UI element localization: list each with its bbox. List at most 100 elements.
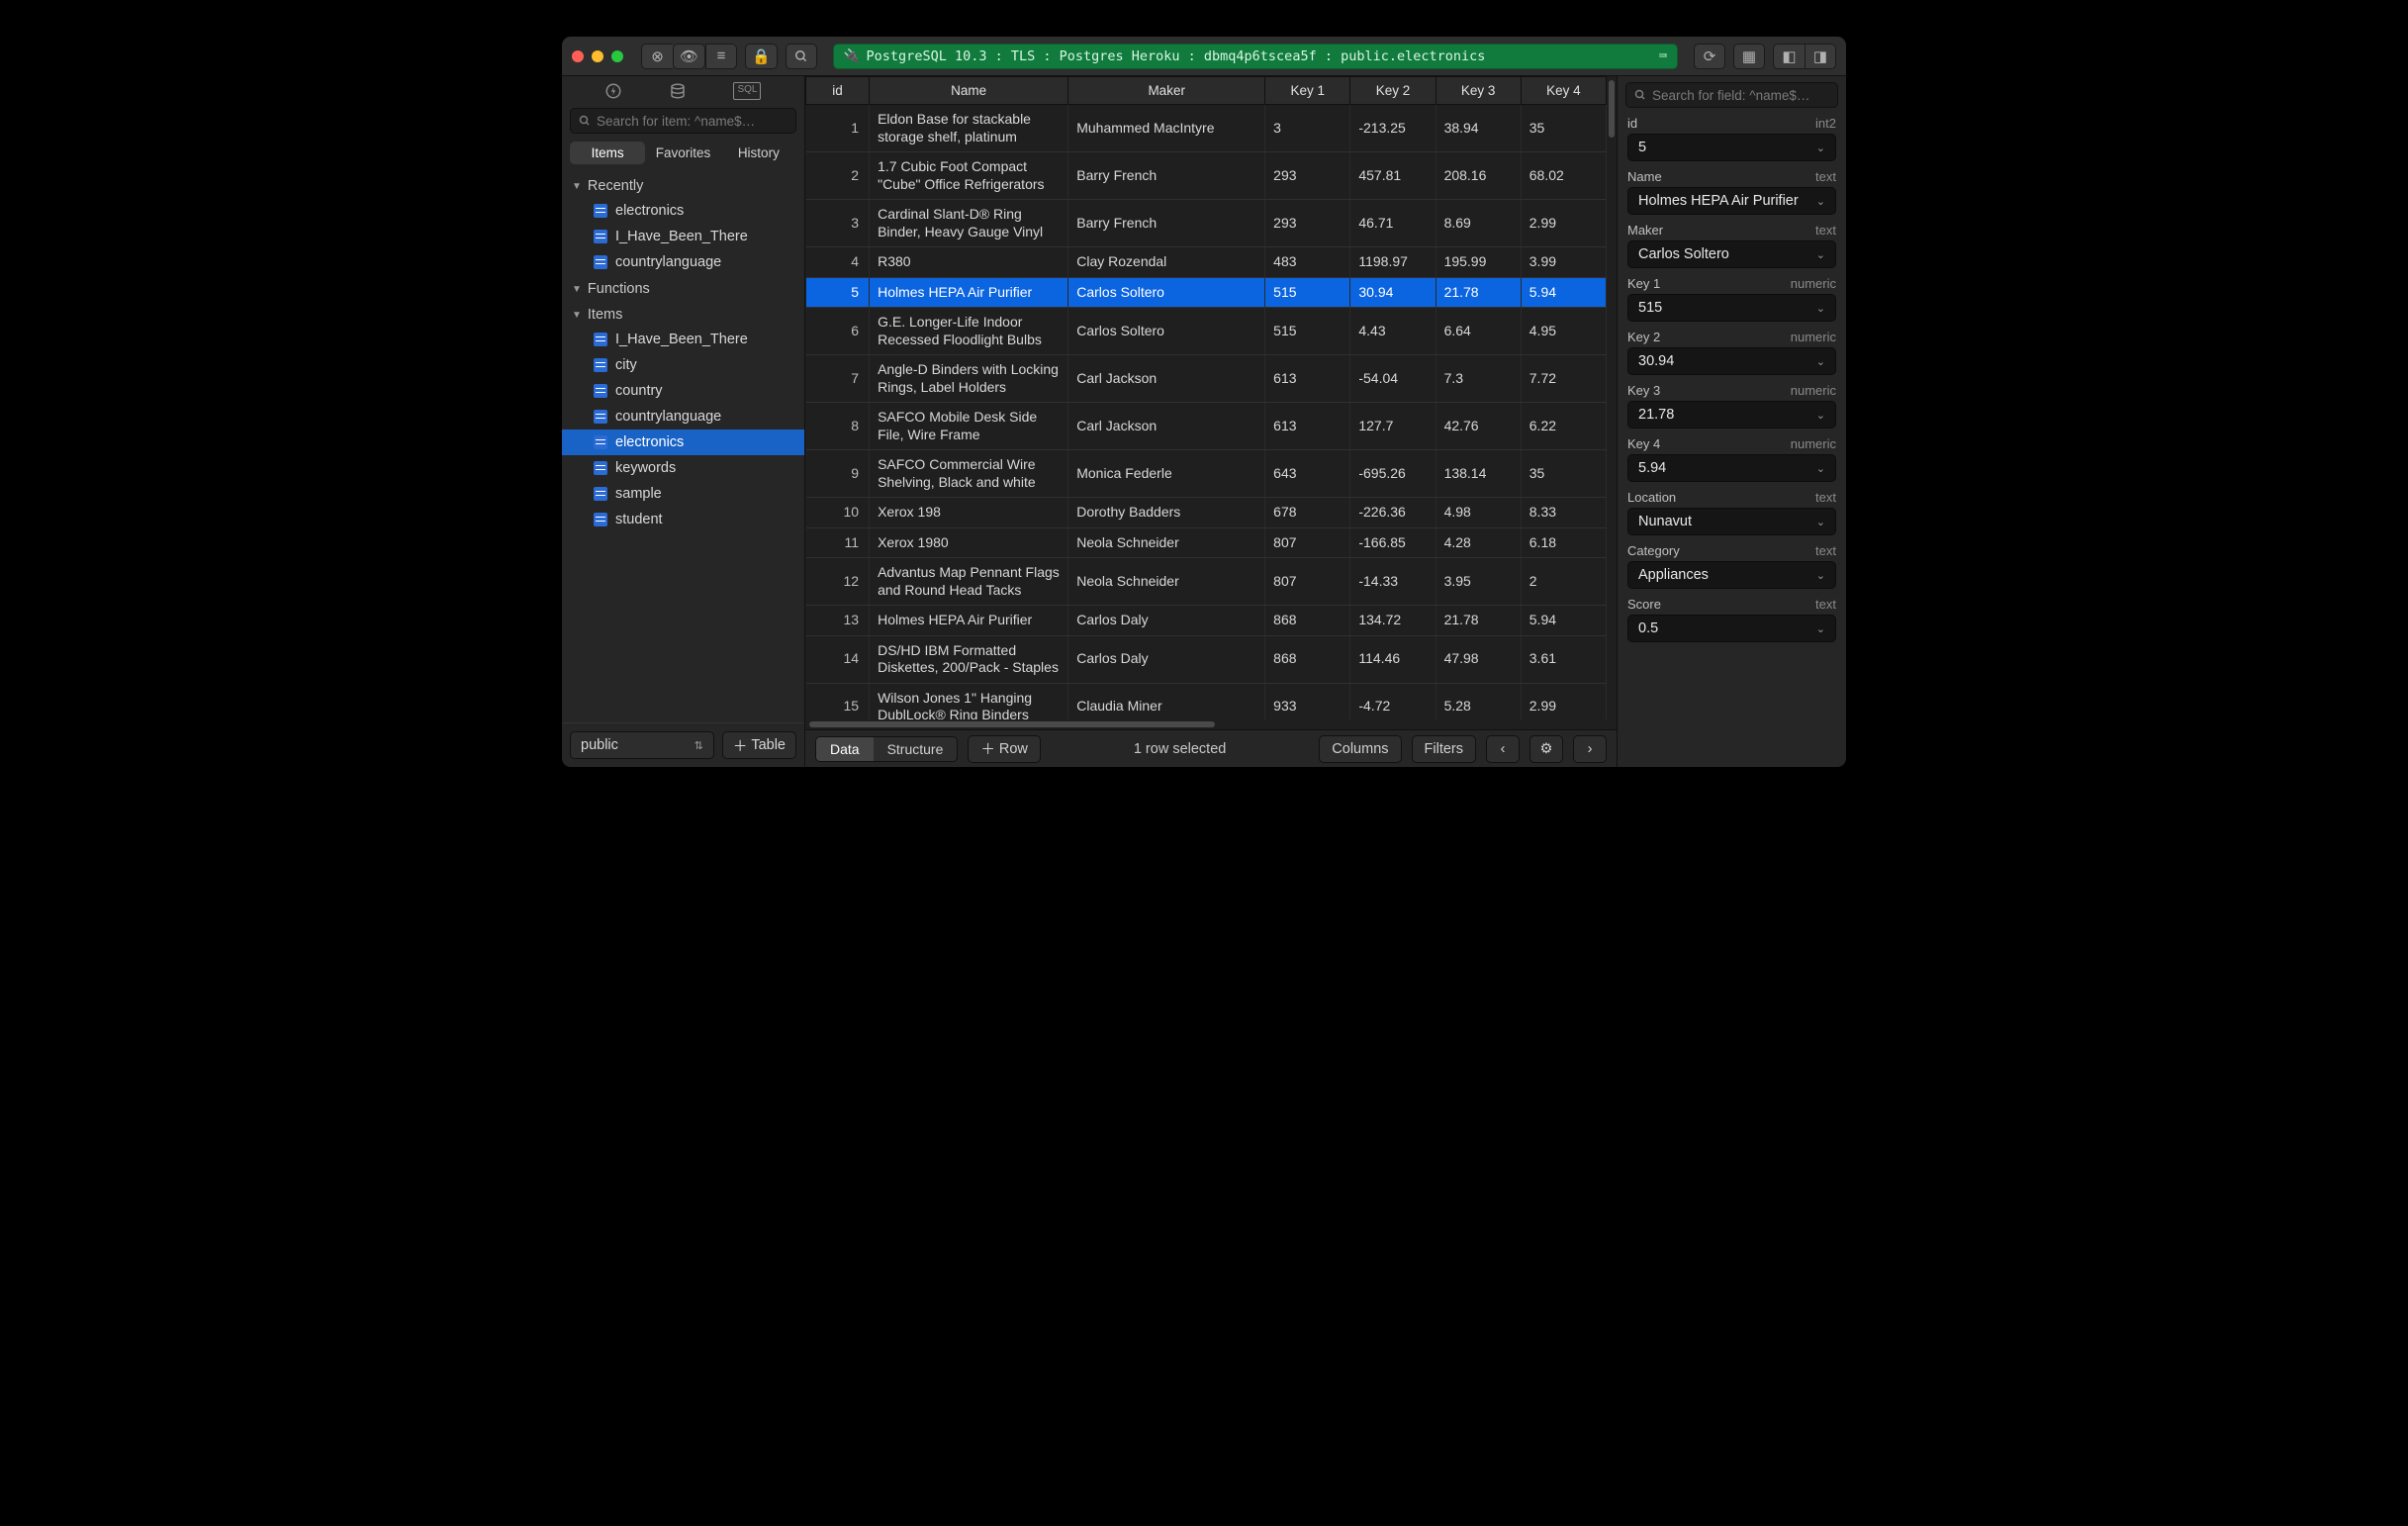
section-functions[interactable]: ▼Functions xyxy=(562,275,804,301)
vertical-scrollbar[interactable] xyxy=(1607,76,1617,719)
settings-button[interactable]: ⚙ xyxy=(1529,735,1563,763)
table-row[interactable]: 12Advantus Map Pennant Flags and Round H… xyxy=(806,558,1607,606)
table-row[interactable]: 4R380Clay Rozendal4831198.97195.993.99 xyxy=(806,247,1607,278)
field-input[interactable]: 515⌄ xyxy=(1627,294,1836,322)
tab-history[interactable]: History xyxy=(721,142,796,164)
field-type: text xyxy=(1815,169,1836,184)
next-page-button[interactable]: › xyxy=(1573,735,1607,763)
left-panel-toggle[interactable]: ◧ xyxy=(1773,44,1805,69)
tab-favorites[interactable]: Favorites xyxy=(645,142,720,164)
field-input[interactable]: Holmes HEPA Air Purifier⌄ xyxy=(1627,187,1836,215)
column-header[interactable]: Key 3 xyxy=(1436,77,1521,105)
sidebar-item-I_Have_Been_There[interactable]: I_Have_Been_There xyxy=(562,327,804,352)
cell-k1: 3 xyxy=(1265,105,1350,152)
cell-k4: 7.72 xyxy=(1521,355,1606,403)
preview-button[interactable]: 👁 xyxy=(673,44,705,69)
cell-k4: 2.99 xyxy=(1521,683,1606,719)
field-input[interactable]: 5⌄ xyxy=(1627,134,1836,161)
minimize-window-button[interactable] xyxy=(592,50,603,62)
section-items[interactable]: ▼Items xyxy=(562,301,804,327)
sidebar-item-sample[interactable]: sample xyxy=(562,481,804,507)
schema-select[interactable]: public ⇅ xyxy=(570,731,714,759)
sql-icon[interactable]: SQL xyxy=(733,82,761,100)
table-icon xyxy=(594,461,607,475)
cell-name: Xerox 1980 xyxy=(870,527,1068,558)
column-header[interactable]: Key 4 xyxy=(1521,77,1606,105)
table-row[interactable]: 15Wilson Jones 1" Hanging DublLock® Ring… xyxy=(806,683,1607,719)
sidebar-item-keywords[interactable]: keywords xyxy=(562,455,804,481)
field-input[interactable]: 21.78⌄ xyxy=(1627,401,1836,429)
grid-view-button[interactable]: ▦ xyxy=(1733,44,1765,69)
table-row[interactable]: 21.7 Cubic Foot Compact "Cube" Office Re… xyxy=(806,152,1607,200)
table-row[interactable]: 7Angle-D Binders with Locking Rings, Lab… xyxy=(806,355,1607,403)
field-input[interactable]: 5.94⌄ xyxy=(1627,454,1836,482)
sidebar-item-electronics[interactable]: electronics xyxy=(562,429,804,455)
sidebar-item-country[interactable]: country xyxy=(562,378,804,404)
cell-k4: 5.94 xyxy=(1521,606,1606,636)
prev-page-button[interactable]: ‹ xyxy=(1486,735,1520,763)
add-row-button[interactable]: ＋Row xyxy=(968,735,1041,763)
sidebar-item-I_Have_Been_There[interactable]: I_Have_Been_There xyxy=(562,224,804,249)
structure-tab[interactable]: Structure xyxy=(874,737,958,761)
gear-icon: ⚙ xyxy=(1540,741,1553,757)
inspector-search[interactable]: Search for field: ^name$… xyxy=(1625,82,1838,108)
table-icon xyxy=(594,255,607,269)
table-row[interactable]: 5Holmes HEPA Air PurifierCarlos Soltero5… xyxy=(806,277,1607,308)
table-row[interactable]: 10Xerox 198Dorothy Badders678-226.364.98… xyxy=(806,498,1607,528)
right-panel-toggle[interactable]: ◨ xyxy=(1805,44,1836,69)
cell-id: 10 xyxy=(806,498,870,528)
database-icon[interactable] xyxy=(669,82,687,100)
zoom-window-button[interactable] xyxy=(611,50,623,62)
sidebar-item-electronics[interactable]: electronics xyxy=(562,198,804,224)
cell-name: G.E. Longer-Life Indoor Recessed Floodli… xyxy=(870,308,1068,355)
column-header[interactable]: Key 2 xyxy=(1350,77,1436,105)
table-row[interactable]: 11Xerox 1980Neola Schneider807-166.854.2… xyxy=(806,527,1607,558)
column-header[interactable]: Name xyxy=(870,77,1068,105)
column-header[interactable]: Maker xyxy=(1068,77,1265,105)
field-input[interactable]: Carlos Soltero⌄ xyxy=(1627,240,1836,268)
chevron-down-icon: ⌄ xyxy=(1816,409,1825,422)
table-row[interactable]: 13Holmes HEPA Air PurifierCarlos Daly868… xyxy=(806,606,1607,636)
table-row[interactable]: 6G.E. Longer-Life Indoor Recessed Floodl… xyxy=(806,308,1607,355)
data-tab[interactable]: Data xyxy=(816,737,874,761)
main-area: SQL Search for item: ^name$… Items Favor… xyxy=(562,76,1846,767)
refresh-button[interactable]: ⟳ xyxy=(1694,44,1725,69)
lock-button[interactable]: 🔒 xyxy=(745,44,778,69)
keyboard-icon: ⌨ xyxy=(1659,48,1667,64)
sidebar-item-countrylanguage[interactable]: countrylanguage xyxy=(562,404,804,429)
connection-bar[interactable]: 🔌 PostgreSQL 10.3 : TLS : Postgres Herok… xyxy=(833,44,1678,69)
sidebar-item-student[interactable]: student xyxy=(562,507,804,532)
column-header[interactable]: id xyxy=(806,77,870,105)
chevron-down-icon: ⌄ xyxy=(1816,195,1825,208)
filters-button[interactable]: Filters xyxy=(1412,735,1476,763)
sidebar-item-city[interactable]: city xyxy=(562,352,804,378)
field-input[interactable]: 30.94⌄ xyxy=(1627,347,1836,375)
section-recently[interactable]: ▼Recently xyxy=(562,172,804,198)
bolt-icon[interactable] xyxy=(604,82,622,100)
table-row[interactable]: 14DS/HD IBM Formatted Diskettes, 200/Pac… xyxy=(806,635,1607,683)
table-icon xyxy=(594,384,607,398)
columns-button[interactable]: Columns xyxy=(1319,735,1401,763)
data-grid[interactable]: idNameMakerKey 1Key 2Key 3Key 4 1Eldon B… xyxy=(805,76,1607,719)
field-input[interactable]: 0.5⌄ xyxy=(1627,615,1836,642)
table-row[interactable]: 1Eldon Base for stackable storage shelf,… xyxy=(806,105,1607,152)
sidebar-item-countrylanguage[interactable]: countrylanguage xyxy=(562,249,804,275)
back-button[interactable]: ⊗ xyxy=(641,44,673,69)
cell-k4: 4.95 xyxy=(1521,308,1606,355)
close-window-button[interactable] xyxy=(572,50,584,62)
table-row[interactable]: 9SAFCO Commercial Wire Shelving, Black a… xyxy=(806,450,1607,498)
table-row[interactable]: 8SAFCO Mobile Desk Side File, Wire Frame… xyxy=(806,403,1607,450)
cell-maker: Muhammed MacIntyre xyxy=(1068,105,1265,152)
add-table-button[interactable]: ＋ Table xyxy=(722,731,796,759)
horizontal-scrollbar[interactable] xyxy=(805,719,1617,729)
table-row[interactable]: 3Cardinal Slant-D® Ring Binder, Heavy Ga… xyxy=(806,200,1607,247)
field-key-3: Key 3numeric21.78⌄ xyxy=(1618,381,1846,434)
search-button[interactable] xyxy=(786,44,817,69)
field-input[interactable]: Appliances⌄ xyxy=(1627,561,1836,589)
field-input[interactable]: Nunavut⌄ xyxy=(1627,508,1836,535)
tab-items[interactable]: Items xyxy=(570,142,645,164)
sidebar-search[interactable]: Search for item: ^name$… xyxy=(570,108,796,134)
column-header[interactable]: Key 1 xyxy=(1265,77,1350,105)
list-button[interactable]: ≡ xyxy=(705,44,737,69)
eye-icon: 👁 xyxy=(680,48,698,65)
